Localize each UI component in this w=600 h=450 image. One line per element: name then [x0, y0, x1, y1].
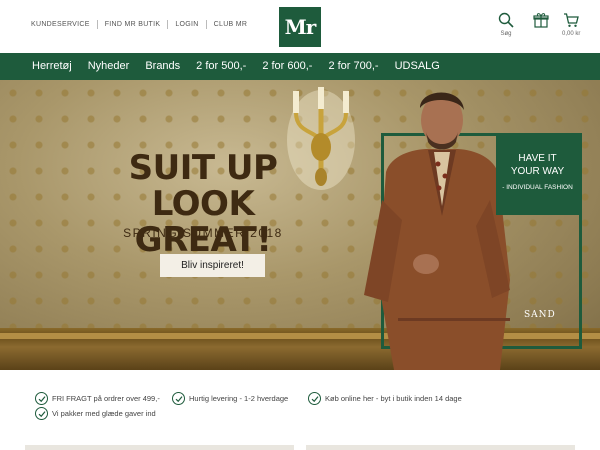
- customer-service-link[interactable]: KUNDESERVICE: [31, 20, 98, 29]
- utility-links: KUNDESERVICE FIND MR BUTIK LOGIN CLUB MR: [31, 20, 254, 29]
- cart-icon: [564, 13, 580, 27]
- promo-line1: HAVE IT: [518, 153, 557, 164]
- site-header: KUNDESERVICE FIND MR BUTIK LOGIN CLUB MR…: [0, 0, 600, 53]
- logo-text: Mr: [284, 15, 317, 39]
- usp-item: Vi pakker med glæde gaver ind: [35, 407, 156, 420]
- find-store-link[interactable]: FIND MR BUTIK: [98, 20, 169, 29]
- club-link[interactable]: CLUB MR: [207, 20, 255, 29]
- promo-line2: YOUR WAY: [510, 166, 565, 177]
- promo-line3: - INDIVIDUAL FASHION: [502, 184, 573, 191]
- hero-subtitle: SPRING/SUMMER 2018: [123, 226, 283, 240]
- promo-box[interactable]: HAVE IT YOUR WAY - INDIVIDUAL FASHION: [496, 134, 579, 215]
- content-tile[interactable]: [25, 445, 294, 450]
- nav-item-2-for-500[interactable]: 2 for 500,-: [188, 53, 254, 80]
- cart-total: 0,00 kr: [562, 31, 581, 37]
- get-inspired-button[interactable]: Bliv inspireret!: [160, 254, 265, 277]
- hero-title-line1: SUIT UP: [128, 148, 278, 188]
- nav-item-2-for-700[interactable]: 2 for 700,-: [320, 53, 386, 80]
- search-button[interactable]: Søg: [498, 12, 514, 37]
- search-icon: [498, 12, 514, 28]
- checkmark-icon: [308, 392, 321, 405]
- checkmark-icon: [172, 392, 185, 405]
- gift-button[interactable]: [533, 12, 549, 28]
- usp-item: FRI FRAGT på ordrer over 499,-: [35, 392, 160, 405]
- usp-text: Vi pakker med glæde gaver ind: [52, 409, 156, 418]
- hero-banner[interactable]: SUIT UP LOOK GREAT! SPRING/SUMMER 2018 B…: [0, 80, 600, 370]
- content-tile[interactable]: [306, 445, 575, 450]
- nav-item-brands[interactable]: Brands: [137, 53, 188, 80]
- search-label: Søg: [500, 31, 512, 37]
- cart-button[interactable]: 0,00 kr: [562, 12, 580, 37]
- checkmark-icon: [35, 392, 48, 405]
- brand-logo: SAND: [524, 310, 556, 320]
- gift-icon: [533, 13, 549, 28]
- login-link[interactable]: LOGIN: [168, 20, 207, 29]
- model-in-suit-image: [364, 92, 510, 370]
- nav-item-2-for-600[interactable]: 2 for 600,-: [254, 53, 320, 80]
- site-logo[interactable]: Mr: [279, 7, 321, 47]
- usp-text: Hurtig levering - 1-2 hverdage: [189, 394, 289, 403]
- nav-item-herretoj[interactable]: Herretøj: [24, 53, 80, 80]
- hero-title-line2: LOOK GREAT!: [134, 184, 272, 260]
- usp-text: FRI FRAGT på ordrer over 499,-: [52, 394, 160, 403]
- nav-item-udsalg[interactable]: UDSALG: [387, 53, 448, 80]
- usp-item: Køb online her - byt i butik inden 14 da…: [308, 392, 462, 405]
- main-navigation: Herretøj Nyheder Brands 2 for 500,- 2 fo…: [0, 53, 600, 80]
- usp-bar: FRI FRAGT på ordrer over 499,- Hurtig le…: [0, 370, 600, 430]
- usp-item: Hurtig levering - 1-2 hverdage: [172, 392, 288, 405]
- usp-text: Køb online her - byt i butik inden 14 da…: [325, 394, 462, 403]
- checkmark-icon: [35, 407, 48, 420]
- nav-item-nyheder[interactable]: Nyheder: [80, 53, 138, 80]
